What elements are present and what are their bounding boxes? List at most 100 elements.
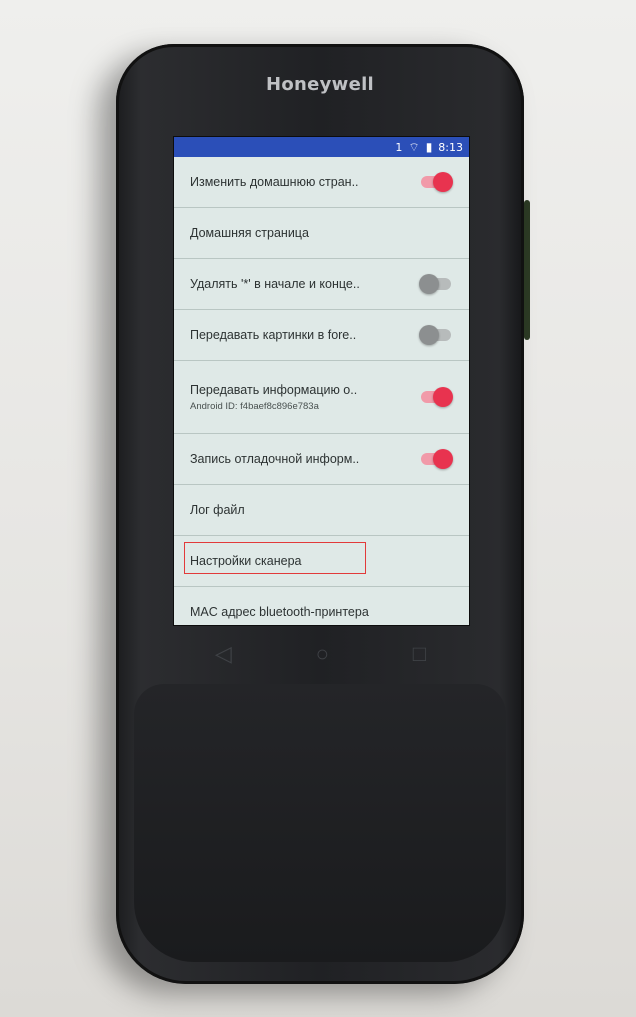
key-8-letters: TUV bbox=[326, 875, 341, 883]
toggle-knob bbox=[433, 172, 453, 192]
key-1-digit: 1 bbox=[273, 797, 285, 817]
power-icon: ⏻ bbox=[198, 727, 212, 746]
key-5[interactable]: JKL 5 F5 bbox=[320, 830, 370, 864]
wifi-icon: ⌔ bbox=[408, 139, 420, 154]
toggle-knob bbox=[433, 387, 453, 407]
key-1-fn: F1 bbox=[260, 813, 273, 820]
key-2-fn: F2 bbox=[326, 811, 339, 818]
key-0-fn: F10 bbox=[326, 937, 343, 944]
delete-label: DEL bbox=[467, 719, 485, 729]
key-9-fn: F9 bbox=[392, 893, 405, 900]
key-3-digit: 3 bbox=[405, 793, 417, 813]
toggle-knob bbox=[419, 325, 439, 345]
device-screen: 1 ⌔ ▮ 8:13 Изменить домашнюю стран.. Дом… bbox=[173, 136, 470, 626]
key-4[interactable]: GHI 4 F4 bbox=[254, 832, 304, 866]
hash-key[interactable]: #.. bbox=[386, 914, 436, 944]
down-arrow-key[interactable]: ⌄ bbox=[400, 748, 440, 772]
power-button[interactable]: ⏻ bbox=[188, 720, 222, 754]
back-icon[interactable]: ◁ bbox=[215, 641, 232, 667]
key-6-letters: MNO bbox=[392, 831, 409, 839]
send-info-toggle[interactable] bbox=[421, 387, 453, 407]
send-images-toggle[interactable] bbox=[419, 325, 451, 345]
tab-key[interactable]: TAB bbox=[457, 748, 495, 772]
device-side-accent bbox=[524, 200, 530, 340]
key-8-digit: 8 bbox=[339, 879, 351, 899]
setting-label: Лог файл bbox=[190, 503, 245, 517]
up-arrow-key[interactable]: ⌃ bbox=[241, 756, 281, 780]
key-8-fn: F8 bbox=[326, 895, 339, 902]
toggle-knob bbox=[419, 274, 439, 294]
right-arrow-key[interactable]: › bbox=[400, 714, 440, 738]
setting-label: MAC адрес bluetooth-принтера bbox=[190, 605, 369, 619]
enter-arrow-icon: ↵ bbox=[471, 819, 483, 834]
highlight-box bbox=[184, 542, 366, 574]
setting-bluetooth-printer-mac[interactable]: MAC адрес bluetooth-принтера bbox=[174, 587, 469, 625]
setting-send-images[interactable]: Передавать картинки в fore.. bbox=[174, 310, 469, 361]
key-5-letters: JKL bbox=[326, 833, 337, 841]
key-7-digit: 7 bbox=[273, 881, 285, 901]
clock: 8:13 bbox=[438, 140, 463, 154]
shift-label: aA bbox=[201, 769, 215, 779]
setting-debug-log[interactable]: Запись отладочной информ.. bbox=[174, 434, 469, 485]
p1-key[interactable]: P1 bbox=[188, 802, 228, 836]
status-bar: 1 ⌔ ▮ 8:13 bbox=[174, 137, 469, 157]
setting-label: Удалять '*' в начале и конце.. bbox=[190, 277, 360, 291]
setting-label: Изменить домашнюю стран.. bbox=[190, 175, 359, 189]
setting-log-file[interactable]: Лог файл bbox=[174, 485, 469, 536]
android-id-text: Android ID: f4baef8c896e783a bbox=[190, 400, 319, 412]
setting-strip-asterisk[interactable]: Удалять '*' в начале и конце.. bbox=[174, 259, 469, 310]
enter-key[interactable]: ENT ↵ bbox=[454, 784, 500, 854]
key-1-letters: @/ bbox=[260, 793, 270, 801]
setting-scanner-settings[interactable]: Настройки сканера bbox=[174, 536, 469, 587]
star-label: *+- bbox=[270, 927, 288, 939]
key-1[interactable]: @/1 F1 bbox=[254, 790, 304, 824]
debug-log-toggle[interactable] bbox=[421, 449, 453, 469]
change-home-page-toggle[interactable] bbox=[421, 172, 453, 192]
key-6-fn: F6 bbox=[392, 851, 405, 858]
key-3-fn: F3 bbox=[392, 809, 405, 816]
key-4-fn: F4 bbox=[260, 855, 273, 862]
key-9-digit: 9 bbox=[405, 877, 417, 897]
key-7-letters: PQRS bbox=[260, 877, 280, 885]
key-9[interactable]: WXYZ 9 F9 bbox=[386, 870, 436, 904]
delete-key[interactable]: DEL bbox=[457, 712, 495, 736]
key-5-fn: F5 bbox=[326, 853, 339, 860]
red-function-key[interactable] bbox=[454, 866, 500, 910]
strip-asterisk-toggle[interactable] bbox=[419, 274, 451, 294]
key-2-letters: ABC bbox=[326, 791, 341, 799]
setting-home-page[interactable]: Домашняя страница bbox=[174, 208, 469, 259]
chevron-up-icon: ⌃ bbox=[254, 758, 268, 778]
key-7[interactable]: PQRS 7 F7 bbox=[254, 874, 304, 908]
key-2[interactable]: ABC 2 F2 bbox=[320, 788, 370, 822]
setting-change-home-page[interactable]: Изменить домашнюю стран.. bbox=[174, 157, 469, 208]
tab-label: TAB bbox=[466, 755, 486, 765]
p2-key[interactable]: P2 bbox=[188, 844, 228, 878]
setting-label: Передавать картинки в fore.. bbox=[190, 328, 357, 342]
chevron-left-icon: ‹ bbox=[257, 724, 265, 744]
key-0[interactable]: 0 F10 bbox=[320, 916, 370, 948]
left-arrow-key[interactable]: ‹ bbox=[241, 722, 281, 746]
chevron-down-icon: ⌄ bbox=[413, 750, 427, 770]
blue-function-key[interactable] bbox=[200, 876, 242, 920]
setting-label: Передавать информацию о.. bbox=[190, 382, 358, 397]
key-4-digit: 4 bbox=[273, 839, 285, 859]
shift-key[interactable]: aA bbox=[188, 762, 228, 786]
key-4-letters: GHI bbox=[260, 835, 273, 843]
key-6[interactable]: MNO 6 F6 bbox=[386, 828, 436, 862]
key-3[interactable]: DEF 3 F3 bbox=[386, 786, 436, 820]
enter-label: ENT bbox=[462, 804, 492, 819]
brand-logo: Honeywell bbox=[265, 74, 375, 95]
key-8[interactable]: TUV 8 F8 bbox=[320, 872, 370, 906]
recents-icon[interactable]: □ bbox=[413, 641, 426, 667]
hash-label: #.. bbox=[403, 923, 419, 935]
battery-icon: ▮ bbox=[425, 140, 433, 154]
key-0-digit: 0 bbox=[339, 922, 351, 942]
home-icon[interactable]: ○ bbox=[316, 641, 329, 667]
key-5-digit: 5 bbox=[339, 837, 351, 857]
chevron-right-icon: › bbox=[416, 716, 424, 736]
scan-button[interactable]: SCAN bbox=[296, 718, 388, 764]
key-7-fn: F7 bbox=[260, 897, 273, 904]
setting-label: Домашняя страница bbox=[190, 226, 309, 240]
star-key[interactable]: *+- bbox=[254, 918, 304, 948]
setting-send-info[interactable]: Передавать информацию о.. Android ID: f4… bbox=[174, 361, 469, 434]
